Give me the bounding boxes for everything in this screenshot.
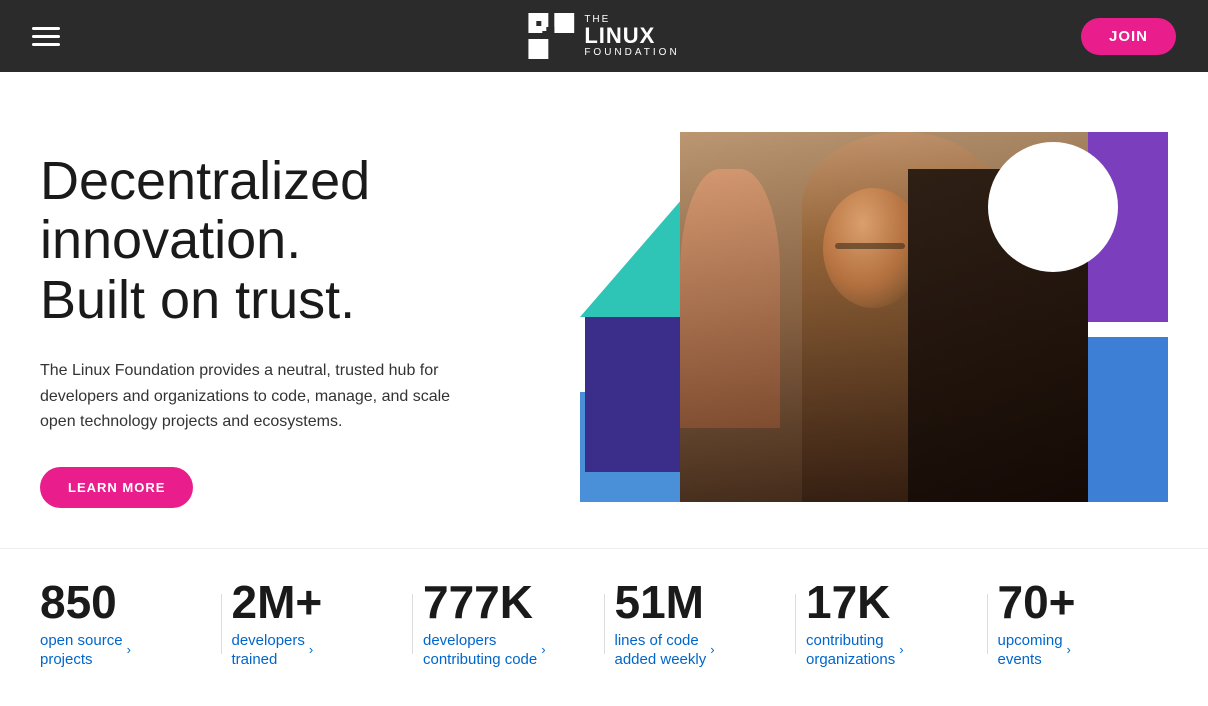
stat-label-1[interactable]: developers trained › — [232, 631, 383, 670]
stat-label-text-1: developers trained — [232, 631, 305, 670]
hamburger-menu[interactable] — [32, 27, 60, 46]
stat-arrow-4: › — [899, 642, 903, 659]
stat-number-0: 850 — [40, 579, 191, 625]
stat-divider-0 — [221, 594, 222, 654]
stat-arrow-5: › — [1067, 642, 1071, 659]
stats-section: 850 open source projects › 2M+ developer… — [0, 548, 1208, 690]
stat-label-0[interactable]: open source projects › — [40, 631, 191, 670]
stat-label-text-4: contributing organizations — [806, 631, 895, 670]
stat-label-4[interactable]: contributing organizations › — [806, 631, 957, 670]
stat-number-2: 777K — [423, 579, 574, 625]
hero-headline: Decentralized innovation. Built on trust… — [40, 152, 560, 330]
stat-upcoming-events: 70+ upcoming events › — [998, 579, 1169, 670]
stat-divider-2 — [604, 594, 605, 654]
join-button[interactable]: JOIN — [1081, 18, 1176, 55]
stat-divider-4 — [987, 594, 988, 654]
stat-label-2[interactable]: developers contributing code › — [423, 631, 574, 670]
logo-linux: LINUX — [584, 25, 679, 47]
stat-label-text-2: developers contributing code — [423, 631, 537, 670]
hero-image-area — [580, 132, 1168, 502]
stat-arrow-1: › — [309, 642, 313, 659]
stat-open-source-projects: 850 open source projects › — [40, 579, 211, 670]
stat-arrow-3: › — [710, 642, 714, 659]
stat-developers-trained: 2M+ developers trained › — [232, 579, 403, 670]
stat-label-5[interactable]: upcoming events › — [998, 631, 1149, 670]
linux-logo-icon — [528, 13, 574, 59]
stat-label-text-0: open source projects — [40, 631, 123, 670]
stat-divider-1 — [412, 594, 413, 654]
stat-lines-of-code: 51M lines of code added weekly › — [615, 579, 786, 670]
stat-number-3: 51M — [615, 579, 766, 625]
stat-contributing-orgs: 17K contributing organizations › — [806, 579, 977, 670]
hero-text-block: Decentralized innovation. Built on trust… — [40, 132, 560, 508]
stat-arrow-0: › — [127, 642, 131, 659]
learn-more-button[interactable]: LEARN MORE — [40, 467, 193, 508]
stat-label-text-5: upcoming events — [998, 631, 1063, 670]
white-circle-shape — [988, 142, 1118, 272]
header: THE LINUX FOUNDATION JOIN — [0, 0, 1208, 72]
stat-arrow-2: › — [541, 642, 545, 659]
hero-section: Decentralized innovation. Built on trust… — [0, 72, 1208, 548]
stat-label-3[interactable]: lines of code added weekly › — [615, 631, 766, 670]
logo-foundation: FOUNDATION — [584, 47, 679, 58]
logo[interactable]: THE LINUX FOUNDATION — [528, 13, 679, 59]
stat-number-1: 2M+ — [232, 579, 383, 625]
stat-divider-3 — [795, 594, 796, 654]
logo-text: THE LINUX FOUNDATION — [584, 14, 679, 58]
stat-number-4: 17K — [806, 579, 957, 625]
stat-number-5: 70+ — [998, 579, 1149, 625]
stat-developers-contributing: 777K developers contributing code › — [423, 579, 594, 670]
hero-description: The Linux Foundation provides a neutral,… — [40, 358, 480, 435]
stat-label-text-3: lines of code added weekly — [615, 631, 707, 670]
